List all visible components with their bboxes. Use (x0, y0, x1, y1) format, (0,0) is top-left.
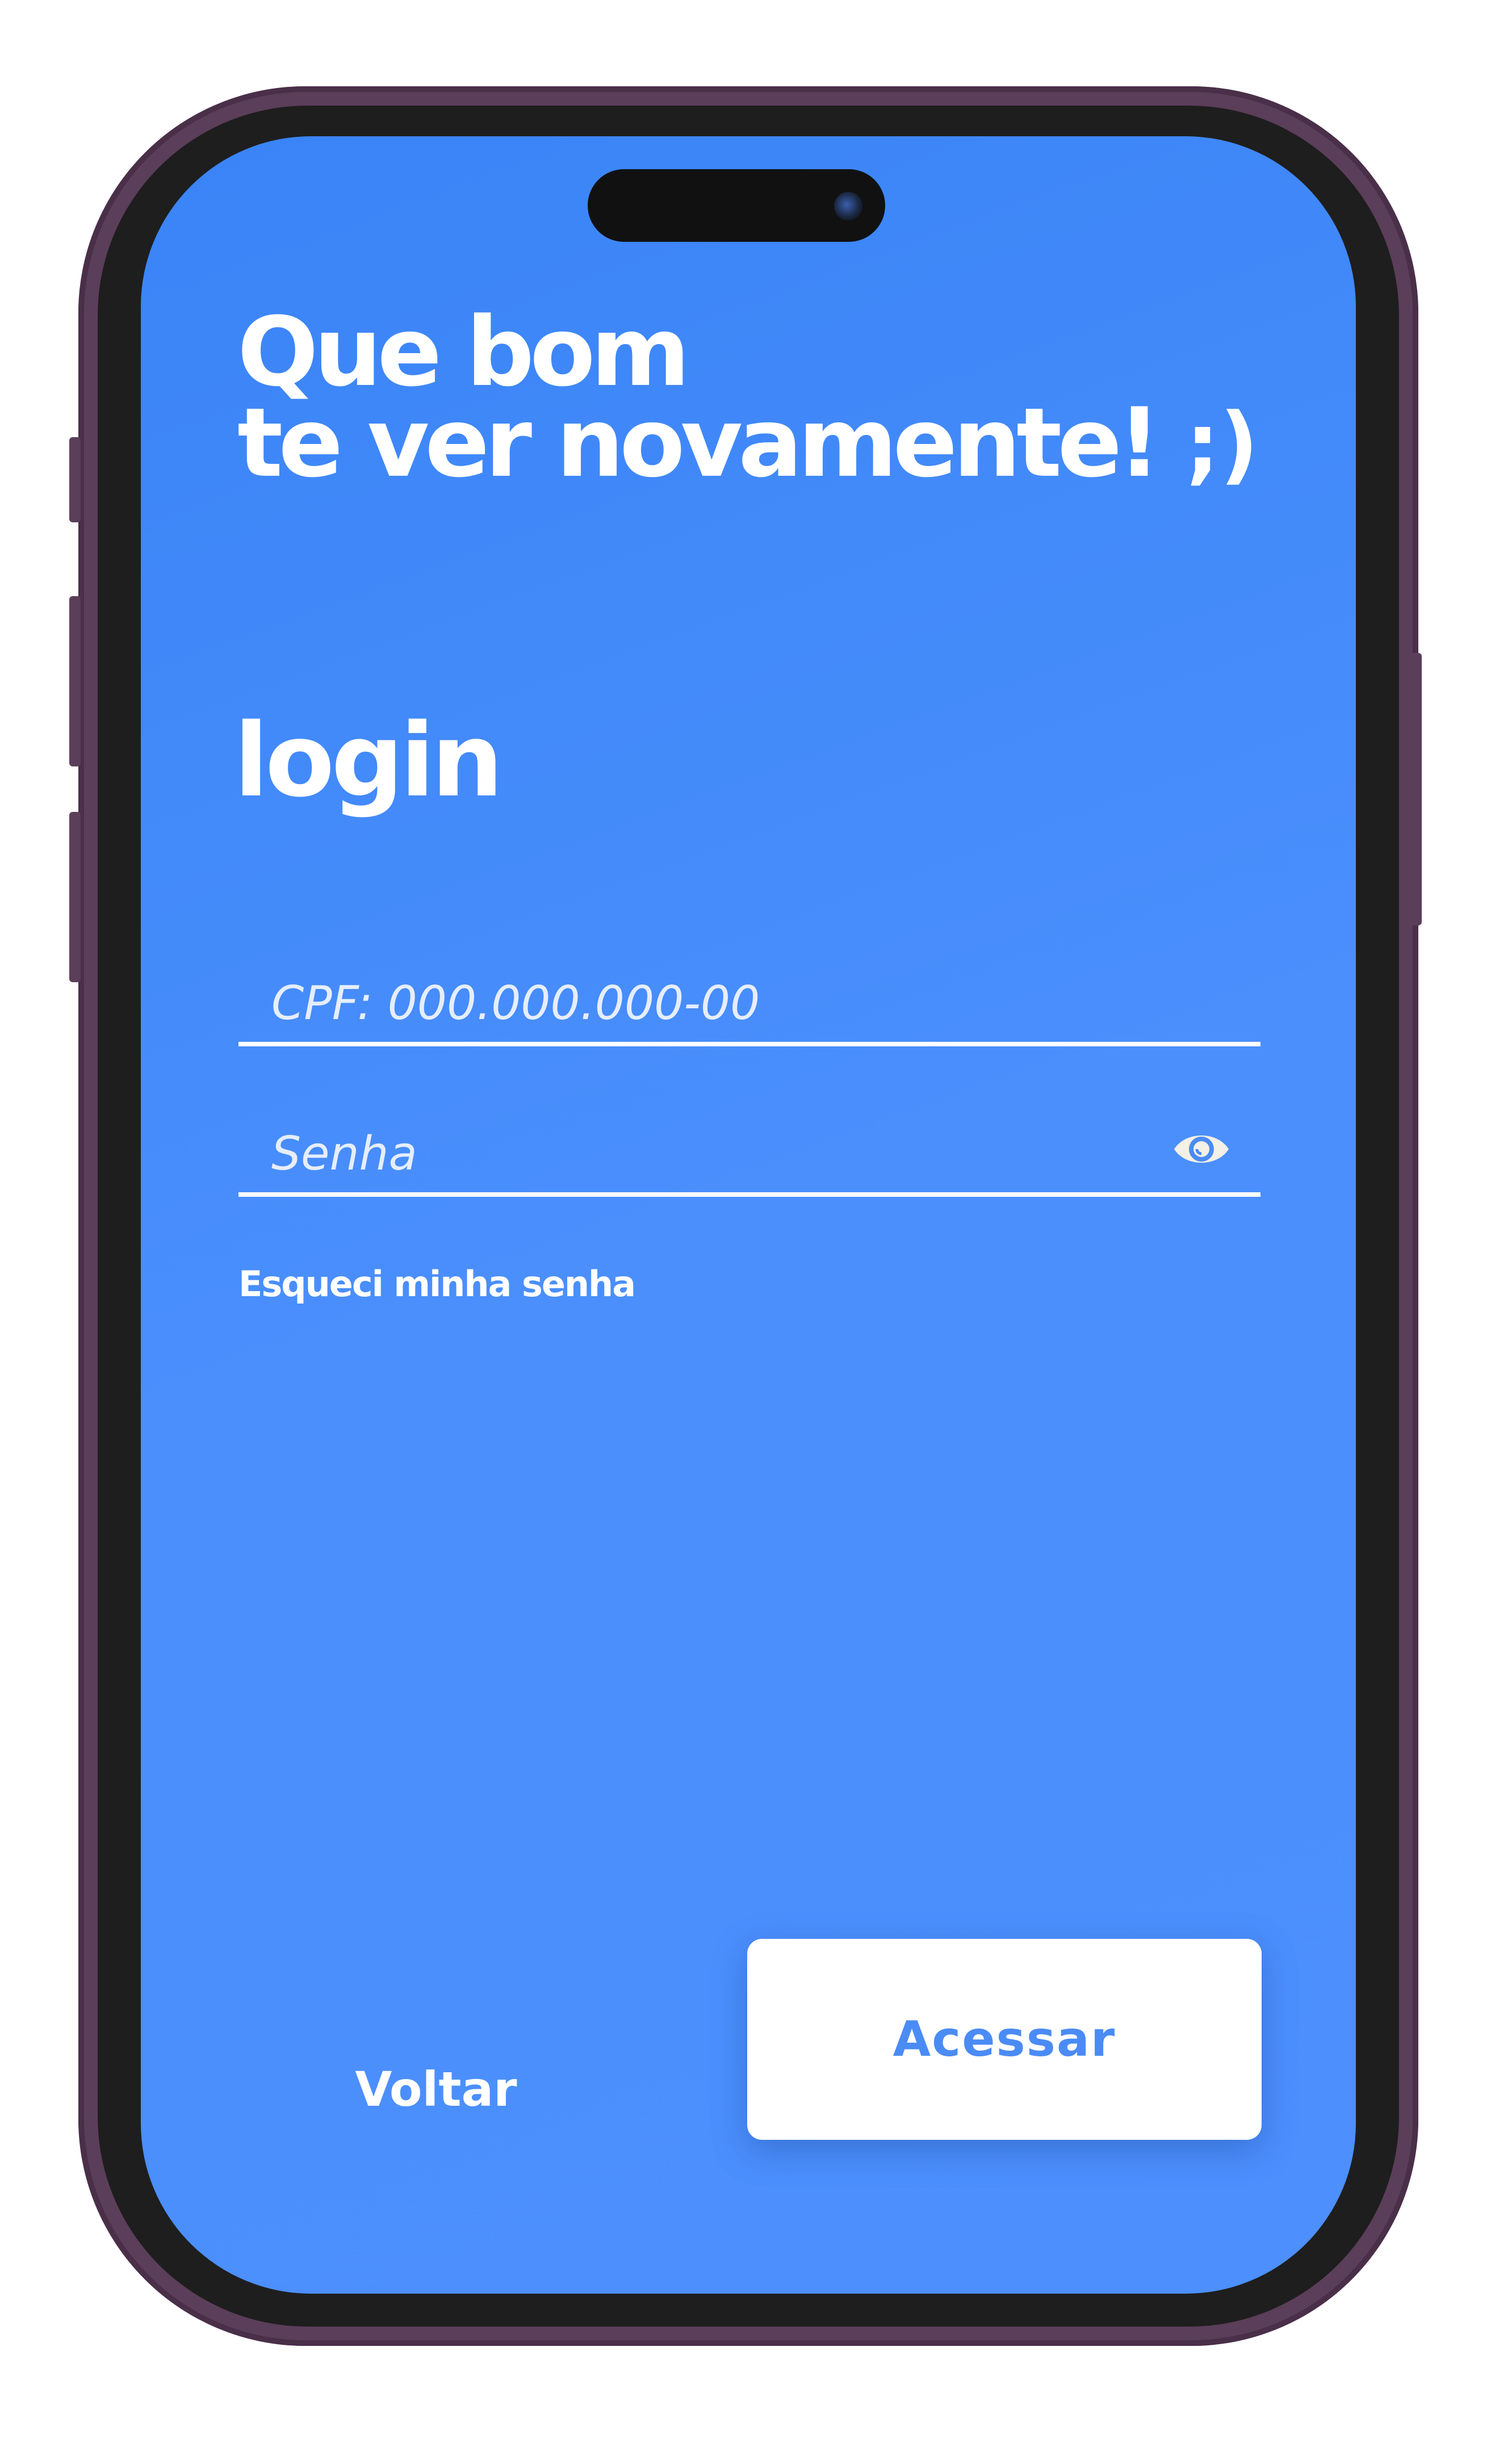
back-button[interactable]: Voltar (300, 2044, 572, 2135)
submit-button[interactable]: Acessar (747, 1939, 1262, 2140)
greeting-line-2: te ver novamente! (237, 387, 1161, 498)
volume-up-button (69, 596, 81, 766)
volume-down-button (69, 812, 81, 982)
power-button (1410, 653, 1422, 925)
password-input[interactable] (271, 1127, 1157, 1181)
wink-emoticon: ;) (1186, 395, 1259, 494)
cpf-field (238, 951, 1260, 1046)
greeting-heading: Que bom te ver novamente! (237, 296, 1161, 498)
app-screen: Que bom te ver novamente! ;) login Esque… (141, 136, 1356, 2294)
password-field (238, 1101, 1260, 1197)
front-camera (834, 192, 862, 220)
greeting-line-1: Que bom (237, 296, 690, 408)
action-button (69, 437, 81, 522)
login-title: login (234, 702, 503, 819)
dynamic-island (588, 169, 885, 242)
cpf-input[interactable] (271, 977, 1157, 1030)
forgot-password-link[interactable]: Esqueci minha senha (238, 1263, 636, 1305)
eye-icon[interactable] (1172, 1126, 1231, 1172)
